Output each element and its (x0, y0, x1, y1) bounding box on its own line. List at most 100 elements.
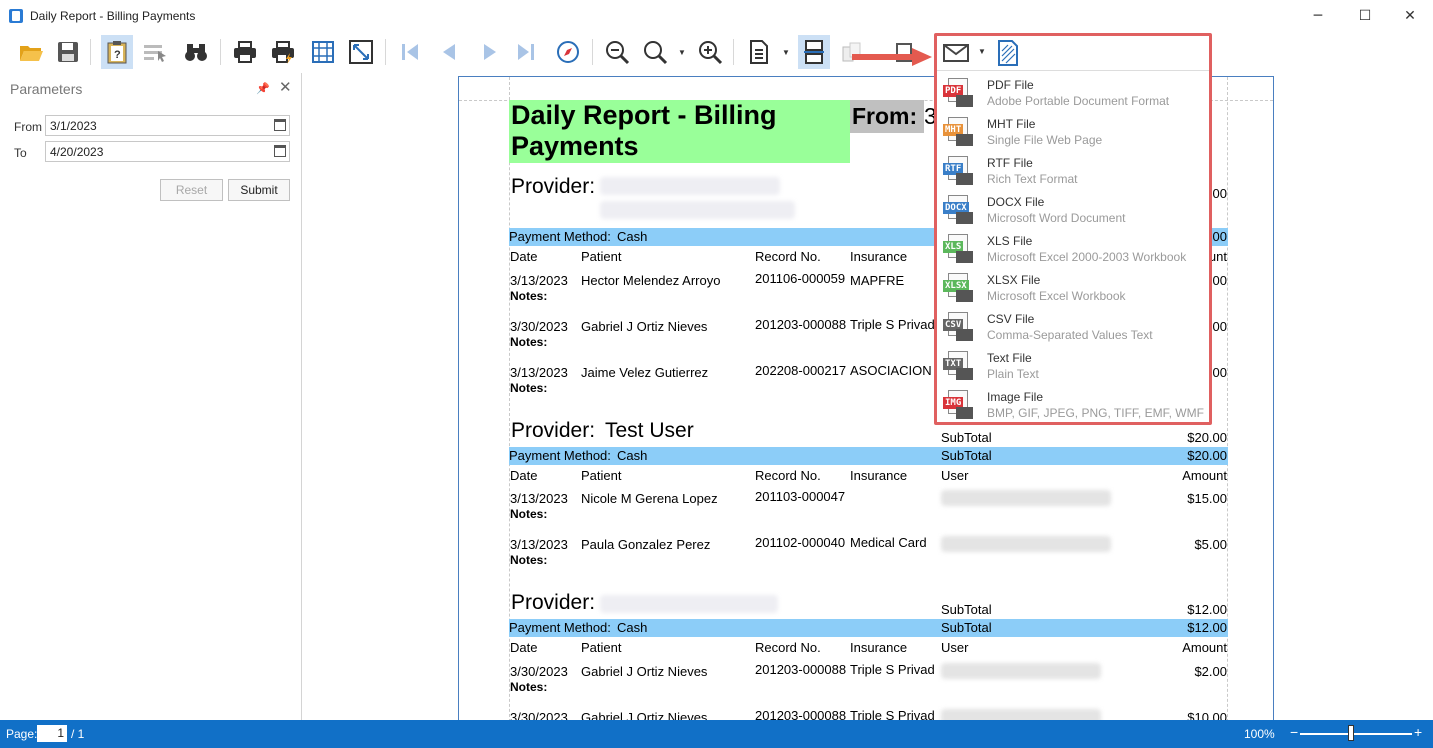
toolbar-separator (385, 39, 386, 65)
select-tool-button[interactable] (139, 35, 171, 69)
row-insurance: Triple S Privad (850, 708, 935, 720)
calendar-icon[interactable] (274, 119, 286, 131)
page-label: Page: (6, 727, 38, 741)
continuous-view-button[interactable] (798, 35, 830, 69)
app-report-icon (9, 8, 23, 23)
row-date: 3/13/2023 (510, 365, 568, 380)
provider-name: Test User (605, 419, 694, 442)
parameters-button[interactable]: ? (101, 35, 133, 69)
column-insurance: Insurance (850, 640, 908, 655)
zoom-in-button[interactable] (694, 35, 726, 69)
zoom-out-button[interactable] (601, 35, 633, 69)
title-bar: Daily Report - Billing Payments ─ ☐ ✕ (0, 0, 1433, 31)
from-label: From (14, 120, 42, 134)
zoom-slider-thumb[interactable] (1348, 725, 1354, 741)
payment-method-label: Payment Method: (509, 448, 611, 463)
payment-method-value: Cash (617, 448, 648, 463)
payment-method-total: $12.00 (1187, 620, 1227, 635)
page-total: / 1 (71, 727, 85, 741)
subtotal-label: SubTotal (941, 620, 992, 635)
navigate-button[interactable] (552, 35, 584, 69)
parameters-title: Parameters (10, 81, 83, 97)
open-folder-button[interactable] (15, 35, 47, 69)
toolbar-separator (220, 39, 221, 65)
zoom-button[interactable] (639, 35, 671, 69)
subtotal-label: SubTotal (941, 602, 992, 617)
previous-page-icon (443, 44, 455, 60)
row-record: 201203-000088 (755, 708, 847, 720)
pin-icon[interactable]: 📌 (256, 82, 270, 95)
redacted-user (941, 536, 1111, 552)
reset-button[interactable]: Reset (160, 179, 223, 201)
zoom-minus-icon[interactable]: − (1290, 724, 1298, 740)
submit-button[interactable]: Submit (228, 179, 290, 201)
payment-method-value: Cash (617, 229, 648, 244)
document-lines-icon (750, 40, 768, 64)
toolbar: ? ▼ ▼ (0, 31, 1433, 73)
column-date: Date (510, 468, 538, 483)
row-record: 201103-000047 (755, 489, 846, 504)
subtotal-label: SubTotal (941, 430, 992, 445)
from-date-value: 3/1/2023 (50, 119, 97, 133)
column-user: User (941, 468, 969, 483)
row-amount: $15.00 (1187, 491, 1227, 506)
page-view-dropdown-caret-icon[interactable]: ▼ (782, 45, 790, 59)
highlight-callout-frame (934, 33, 1212, 425)
payment-method-label: Payment Method: (509, 229, 611, 244)
scale-button[interactable] (345, 35, 377, 69)
row-date: 3/13/2023 (510, 537, 568, 552)
row-patient: Gabriel J Ortiz Nieves (581, 319, 708, 334)
zoom-plus-icon[interactable]: + (1414, 724, 1422, 740)
column-date: Date (510, 249, 538, 264)
row-date: 3/13/2023 (510, 273, 568, 288)
payment-method-bar: Payment Method: Cash SubTotal $12.00 (509, 619, 1228, 637)
toolbar-separator (733, 39, 734, 65)
select-cursor-icon (144, 45, 166, 62)
close-button[interactable]: ✕ (1387, 0, 1433, 31)
find-button[interactable] (180, 35, 212, 69)
print-button[interactable] (229, 35, 261, 69)
zoom-slider[interactable] (1300, 733, 1412, 735)
next-page-button[interactable] (474, 35, 506, 69)
column-amount: Amount (1182, 640, 1227, 655)
page-view-button[interactable] (743, 35, 775, 69)
notes-label: Notes: (510, 680, 548, 694)
status-bar: Page: 1 / 1 100% − + (0, 720, 1433, 748)
quick-print-button[interactable] (267, 35, 299, 69)
last-page-button[interactable] (510, 35, 542, 69)
zoom-dropdown-caret-icon[interactable]: ▼ (678, 45, 686, 59)
row-insurance: Triple S Privad (850, 662, 935, 677)
column-date: Date (510, 640, 538, 655)
previous-page-button[interactable] (433, 35, 465, 69)
save-icon (58, 42, 78, 62)
notes-label: Notes: (510, 553, 548, 567)
maximize-button[interactable]: ☐ (1342, 0, 1388, 31)
report-preview[interactable]: Daily Report - Billing Payments From: 3 … (303, 73, 1433, 720)
subtotal-amount: $12.00 (1187, 602, 1227, 617)
row-insurance: MAPFRE (850, 273, 905, 288)
close-panel-icon[interactable]: ✕ (279, 78, 292, 96)
to-label: To (14, 146, 27, 160)
zoom-in-icon (699, 41, 723, 65)
column-insurance: Insurance (850, 249, 908, 264)
notes-label: Notes: (510, 289, 548, 303)
row-patient: Gabriel J Ortiz Nieves (581, 710, 708, 720)
save-button[interactable] (52, 35, 84, 69)
page-number-input[interactable]: 1 (37, 725, 67, 742)
notes-label: Notes: (510, 381, 548, 395)
page-setup-button[interactable] (307, 35, 339, 69)
first-page-button[interactable] (394, 35, 426, 69)
first-page-icon (402, 44, 418, 60)
row-patient: Gabriel J Ortiz Nieves (581, 664, 708, 679)
quick-print-icon (272, 41, 294, 64)
open-folder-icon (20, 46, 43, 61)
clipboard-question-icon: ? (107, 41, 127, 64)
redacted-provider-name (600, 177, 780, 195)
resize-arrows-icon (349, 40, 373, 64)
row-patient: Nicole M Gerena Lopez (581, 491, 718, 506)
minimize-button[interactable]: ─ (1295, 0, 1341, 31)
calendar-icon[interactable] (274, 145, 286, 157)
to-date-field[interactable]: 4/20/2023 (45, 141, 290, 162)
from-date-field[interactable]: 3/1/2023 (45, 115, 290, 136)
row-record: 201102-000040 (755, 535, 846, 550)
